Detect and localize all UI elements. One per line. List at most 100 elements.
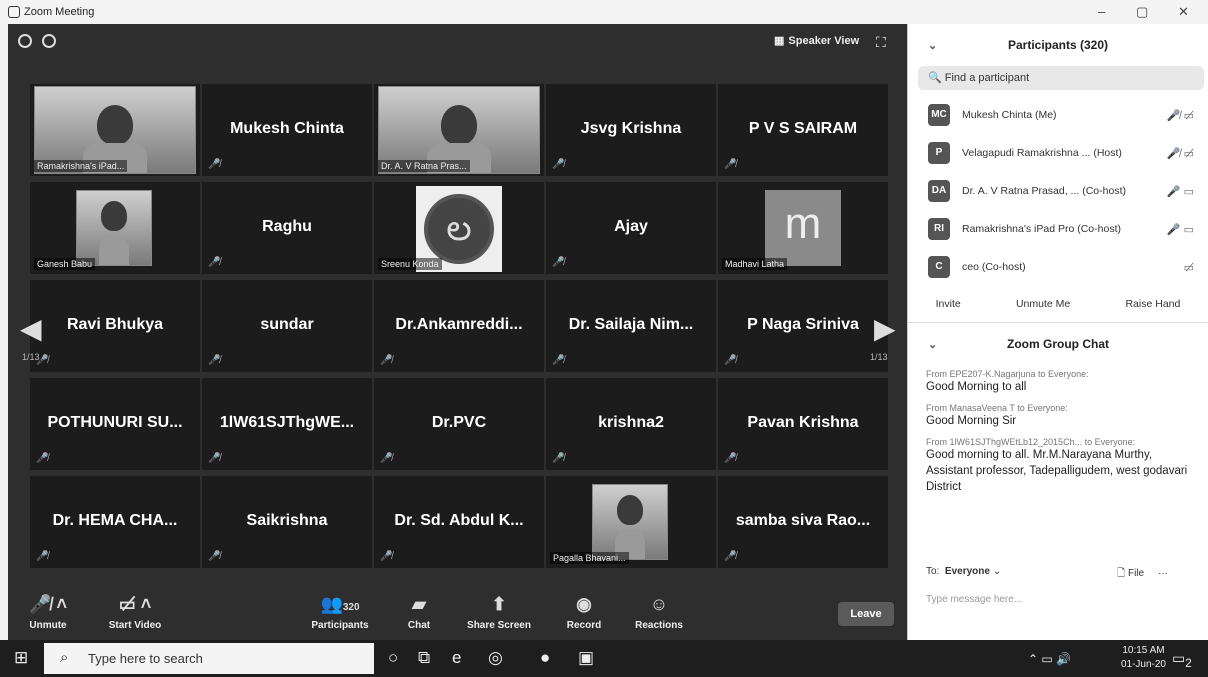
- participant-row[interactable]: Cceo (Co-host) ▭̸: [908, 248, 1208, 286]
- participant-tile[interactable]: Pavan Krishna 🎤̸: [718, 378, 888, 470]
- mic-muted-icon: 🎤̸: [552, 159, 565, 170]
- raise-hand-button[interactable]: Raise Hand: [1125, 298, 1180, 310]
- participant-tile[interactable]: Ramakrishna's iPad...: [30, 84, 200, 176]
- chevron-down-icon[interactable]: ⌄: [928, 338, 937, 351]
- start-video-button[interactable]: ▭̸ ˄ Start Video: [98, 594, 172, 631]
- file-button[interactable]: 🗋 File ···: [1117, 566, 1168, 583]
- zoom-taskbar-icon[interactable]: ▣: [578, 648, 594, 668]
- chat-messages: From EPE207-K.Nagarjuna to Everyone: Good…: [908, 365, 1208, 499]
- system-tray-icons[interactable]: ⌃ ▭ 🔊: [1028, 652, 1071, 666]
- participant-label: Ganesh Babu: [34, 258, 96, 270]
- participant-tile[interactable]: Dr. Sd. Abdul K... 🎤̸: [374, 476, 544, 568]
- participant-row[interactable]: DA Dr. A. V Ratna Prasad, ... (Co-host) 🎤 …: [908, 172, 1208, 210]
- prev-page-icon[interactable]: ◀: [20, 312, 42, 345]
- participant-row[interactable]: RI Ramakrishna's iPad Pro (Co-host) 🎤 ▭: [908, 210, 1208, 248]
- fullscreen-icon[interactable]: ⛶: [876, 34, 886, 51]
- mic-muted-icon: 🎤̸: [552, 453, 565, 464]
- participant-tile[interactable]: samba siva Rao... 🎤̸: [718, 476, 888, 568]
- participant-tile[interactable]: Ganesh Babu: [30, 182, 200, 274]
- next-page-icon[interactable]: ▶: [874, 312, 896, 345]
- edge-icon[interactable]: e: [452, 648, 461, 668]
- task-view-icon[interactable]: ⧉: [418, 648, 430, 668]
- more-options-button[interactable]: ···: [1158, 568, 1168, 579]
- participant-tile[interactable]: m Madhavi Latha: [718, 182, 888, 274]
- participant-tile[interactable]: ల Sreenu Konda: [374, 182, 544, 274]
- notification-count: 2: [1185, 656, 1192, 670]
- minimize-button[interactable]: –: [1098, 4, 1105, 19]
- chat-title: Zoom Group Chat: [1007, 337, 1109, 351]
- participant-tile[interactable]: Dr. A. V Ratna Pras...: [374, 84, 544, 176]
- participant-tile[interactable]: Dr. Sailaja Nim... 🎤̸: [546, 280, 716, 372]
- shield-icon[interactable]: [42, 34, 56, 48]
- close-button[interactable]: ✕: [1178, 4, 1189, 20]
- participant-tile[interactable]: sundar 🎤̸: [202, 280, 372, 372]
- participant-initials: MC: [928, 104, 950, 126]
- recipient-dropdown[interactable]: Everyone: [945, 566, 990, 577]
- participant-name: Dr. HEMA CHA...: [52, 512, 178, 529]
- taskbar-search-input[interactable]: ⌕ Type here to search: [44, 643, 374, 674]
- participant-name: Raghu: [262, 218, 312, 235]
- chat-recipient[interactable]: To: Everyone ⌄: [926, 566, 1001, 577]
- chevron-down-icon[interactable]: ⌄: [928, 39, 937, 52]
- participant-label: Sreenu Konda: [378, 258, 442, 270]
- mic-muted-icon: 🎤̸: [208, 257, 221, 268]
- chat-button[interactable]: ▰ Chat: [404, 594, 434, 631]
- participant-tile[interactable]: krishna2 🎤̸: [546, 378, 716, 470]
- grid-icon: ▦: [774, 35, 785, 47]
- chat-icon: ▰: [412, 594, 426, 614]
- chat-sender: From EPE207-K.Nagarjuna to Everyone:: [926, 369, 1089, 379]
- participant-tile[interactable]: Jsvg Krishna 🎤̸: [546, 84, 716, 176]
- unmute-button[interactable]: 🎤̸ ˄ Unmute: [26, 594, 70, 631]
- participant-tile[interactable]: 1lW61SJThgWE... 🎤̸: [202, 378, 372, 470]
- participant-tile[interactable]: Dr. HEMA CHA... 🎤̸: [30, 476, 200, 568]
- participant-list: MC Mukesh Chinta (Me) 🎤̸ ▭̸ P Velagapudi Ram…: [908, 96, 1208, 286]
- reactions-button[interactable]: ☺ Reactions: [632, 594, 686, 631]
- record-button[interactable]: ◉ Record: [564, 594, 604, 631]
- participant-row[interactable]: P Velagapudi Ramakrishna ... (Host) 🎤̸ ▭̸: [908, 134, 1208, 172]
- participant-tile[interactable]: Saikrishna 🎤̸: [202, 476, 372, 568]
- participant-tile[interactable]: P Naga Sriniva 🎤̸: [718, 280, 888, 372]
- notification-icon[interactable]: ▭2: [1172, 650, 1192, 670]
- participant-tile[interactable]: Ajay 🎤̸: [546, 182, 716, 274]
- cortana-icon[interactable]: ○: [388, 648, 398, 668]
- chat-message-input[interactable]: Type message here...: [926, 594, 1022, 605]
- mic-muted-icon: 🎤̸: [208, 551, 221, 562]
- unmute-me-button[interactable]: Unmute Me: [1016, 298, 1070, 310]
- speaker-view-button[interactable]: ▦ Speaker View: [774, 34, 859, 48]
- start-video-label: Start Video: [108, 620, 162, 631]
- participant-tile[interactable]: Dr.PVC 🎤̸: [374, 378, 544, 470]
- participant-initials: C: [928, 256, 950, 278]
- participant-name: Dr.Ankamreddi...: [395, 316, 523, 333]
- firefox-icon[interactable]: ●: [540, 648, 550, 668]
- mic-off-icon: 🎤̸ ˄: [29, 594, 67, 614]
- top-left-icons: [18, 34, 56, 48]
- window-title: Zoom Meeting: [24, 6, 95, 18]
- share-screen-button[interactable]: ⬆ Share Screen: [464, 594, 534, 631]
- participant-row[interactable]: MC Mukesh Chinta (Me) 🎤̸ ▭̸: [908, 96, 1208, 134]
- mic-video-status-icon: 🎤̸ ▭̸: [1166, 147, 1194, 160]
- participant-tile[interactable]: Raghu 🎤̸: [202, 182, 372, 274]
- search-placeholder: Find a participant: [944, 72, 1030, 84]
- chat-text: Good Morning Sir: [926, 415, 1017, 427]
- participant-tile[interactable]: Dr.Ankamreddi... 🎤̸: [374, 280, 544, 372]
- share-screen-icon: ⬆: [491, 594, 507, 614]
- leave-button[interactable]: Leave: [838, 602, 894, 626]
- clock[interactable]: 10:15 AM 01-Jun-20: [1121, 644, 1166, 672]
- info-icon[interactable]: [18, 34, 32, 48]
- participant-label: Ramakrishna's iPad...: [34, 160, 128, 172]
- participant-tile[interactable]: Mukesh Chinta 🎤̸: [202, 84, 372, 176]
- participant-name: Ravi Bhukya: [66, 316, 164, 333]
- restore-button[interactable]: ▢: [1136, 4, 1148, 20]
- participant-tile[interactable]: POTHUNURI SU... 🎤̸: [30, 378, 200, 470]
- chrome-icon[interactable]: ◎: [488, 648, 503, 668]
- participant-name: P V S SAIRAM: [748, 120, 858, 137]
- chat-text: Good morning to all. Mr.M.Narayana Murth…: [926, 449, 1188, 493]
- date: 01-Jun-20: [1120, 659, 1166, 670]
- participant-search-input[interactable]: 🔍 Find a participant: [918, 66, 1204, 90]
- participants-button[interactable]: 👥320 Participants: [306, 594, 374, 631]
- participant-tile[interactable]: Pagalla Bhavani...: [546, 476, 716, 568]
- participant-tile[interactable]: P V S SAIRAM 🎤̸: [718, 84, 888, 176]
- invite-button[interactable]: Invite: [936, 298, 961, 310]
- participant-tile[interactable]: Ravi Bhukya 🎤̸: [30, 280, 200, 372]
- windows-start-icon[interactable]: ⊞: [14, 648, 28, 668]
